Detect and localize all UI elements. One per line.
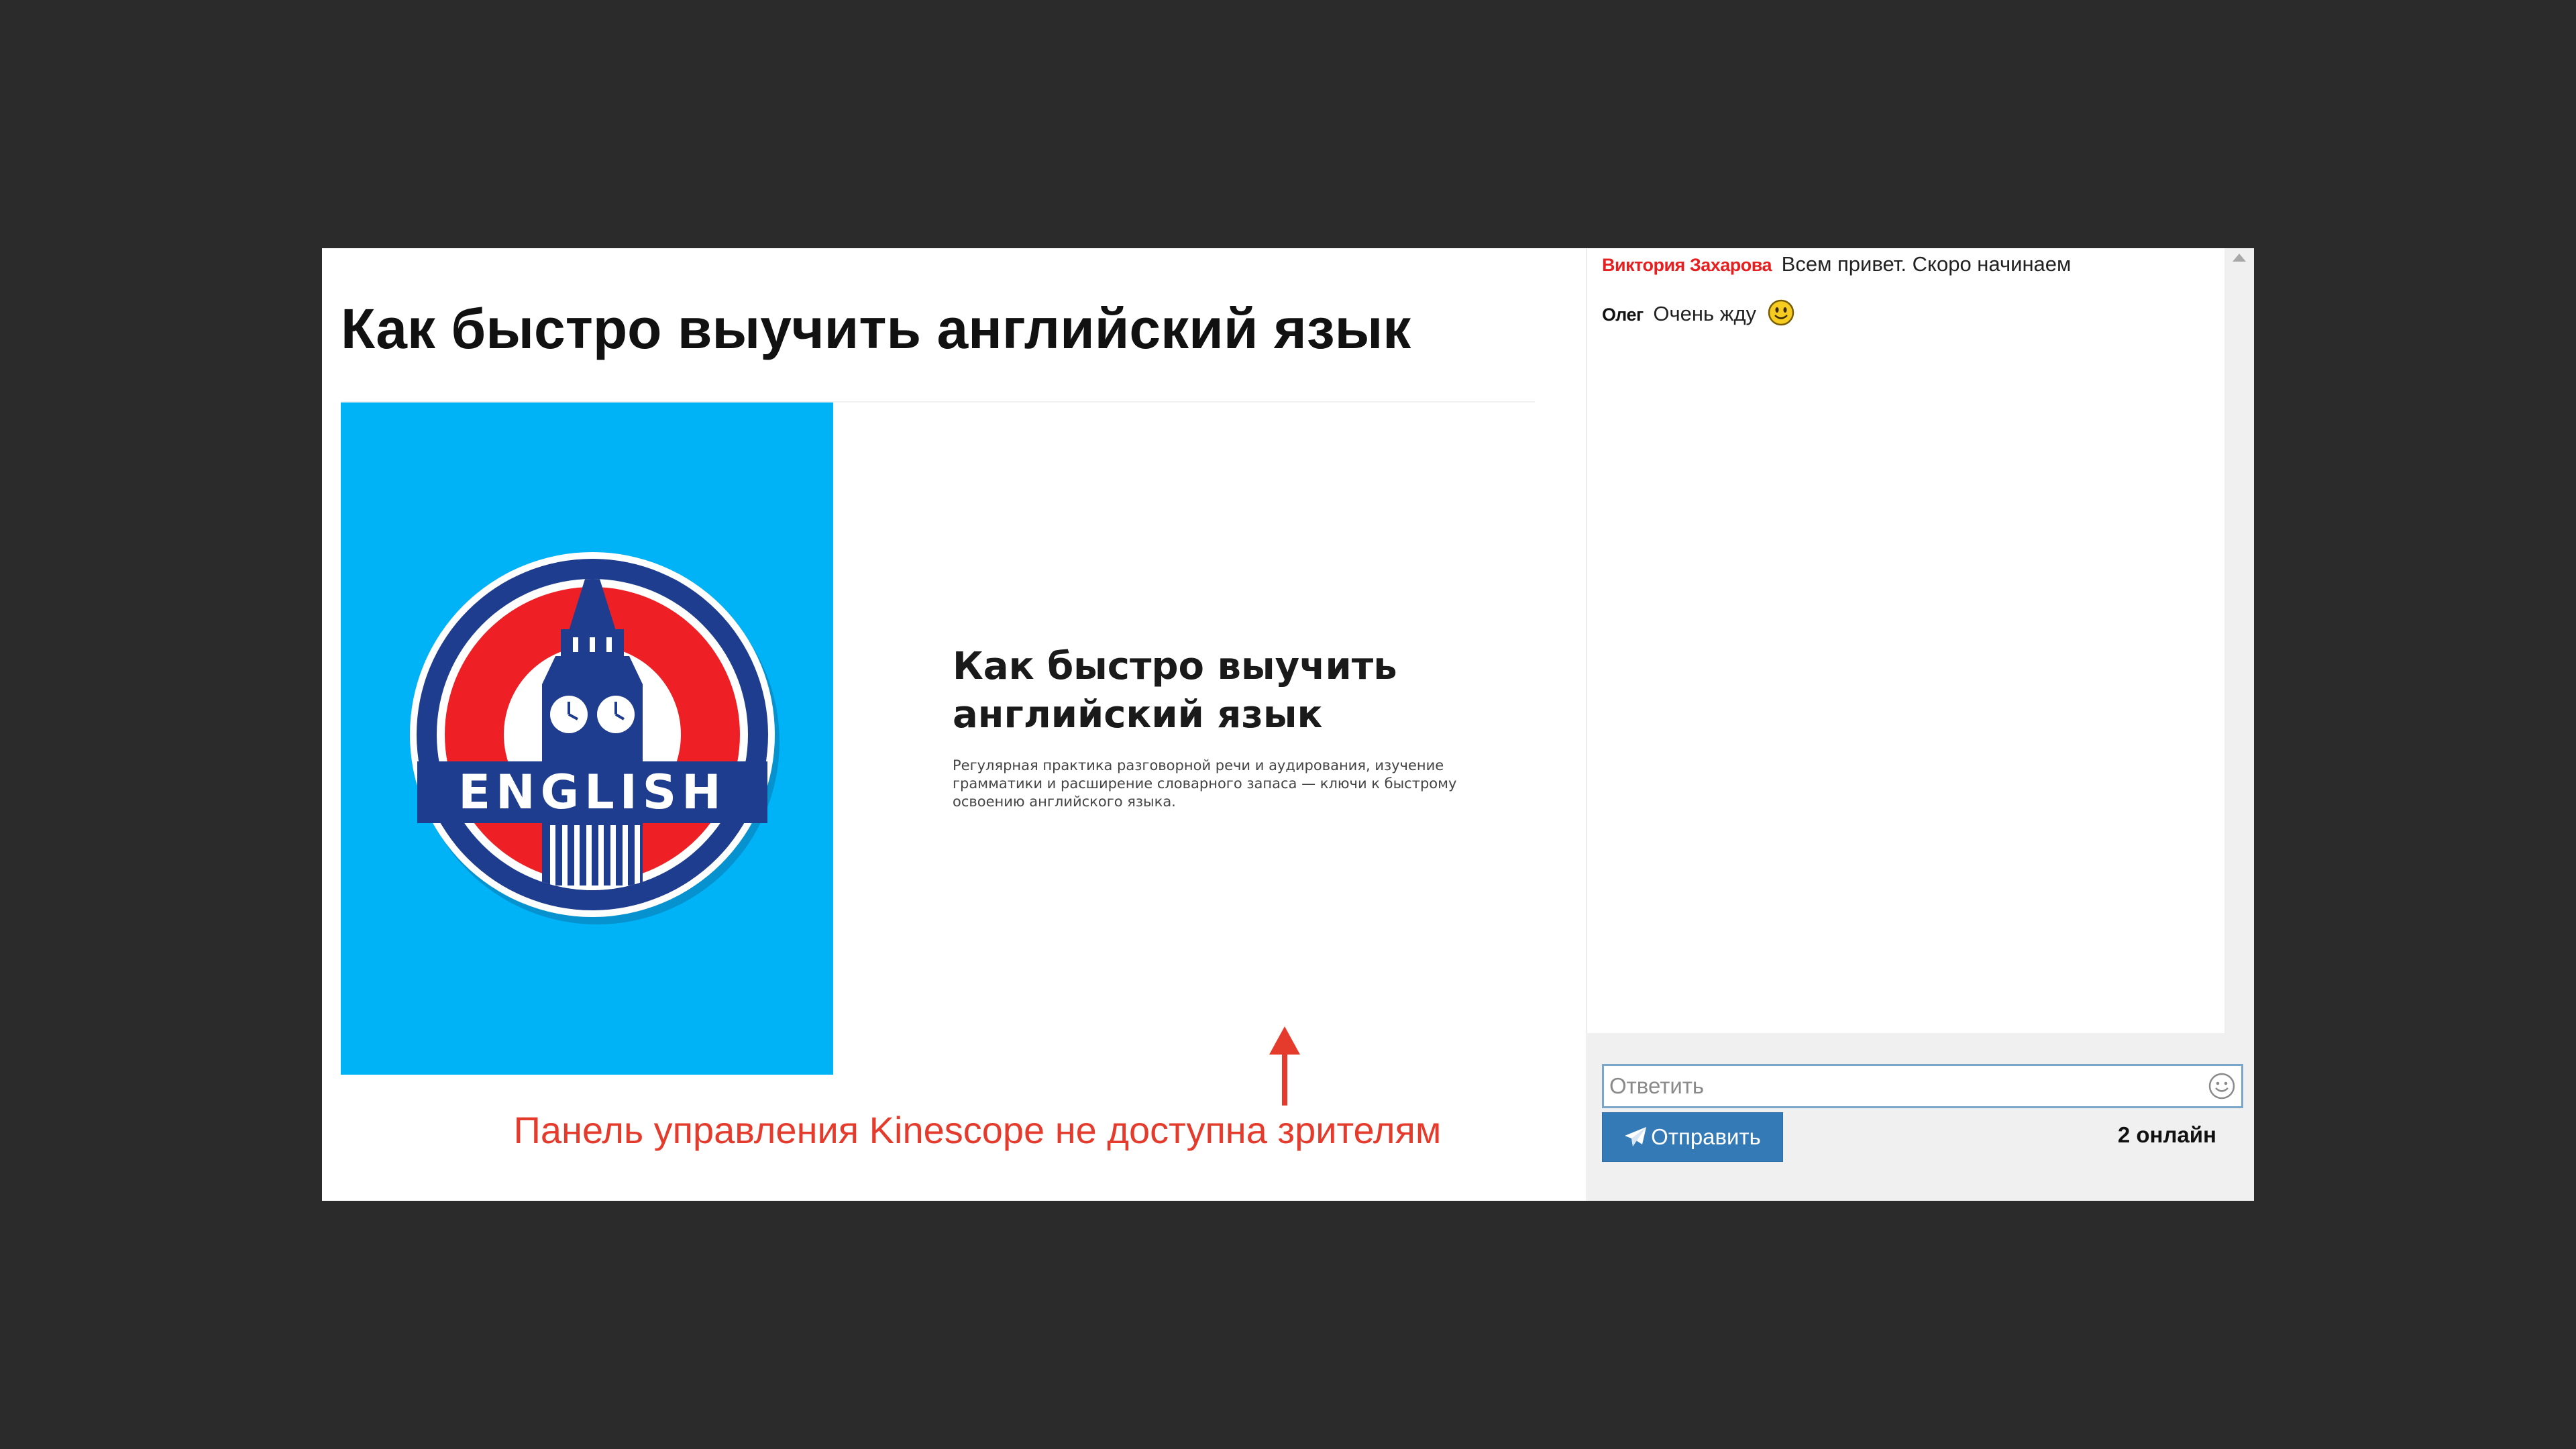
paper-plane-icon	[1625, 1127, 1647, 1146]
send-button[interactable]: Отправить	[1602, 1112, 1783, 1162]
slide-title: Как быстро выучить английский язык	[953, 643, 1503, 739]
annotation-text: Панель управления Kinescope не доступна …	[513, 1109, 1442, 1151]
send-button-label: Отправить	[1651, 1124, 1761, 1149]
slide-description: Регулярная практика разговорной речи и а…	[953, 757, 1457, 810]
online-count: 2 онлайн	[2117, 1122, 2216, 1147]
message-author[interactable]: Виктория Захарова	[1602, 255, 1772, 275]
english-logo: ENGLISH	[410, 552, 780, 924]
reply-input[interactable]	[1604, 1066, 2194, 1106]
chat-message-list[interactable]: Виктория Захарова Всем привет. Скоро нач…	[1586, 248, 2226, 1033]
main-column: Как быстро выучить английский язык ENGLI…	[322, 248, 1586, 1201]
annotation-caption: Панель управления Kinescope не доступна …	[322, 1107, 1586, 1154]
slide-title-line-1: Как быстро выучить	[953, 645, 1397, 688]
chat-scrollbar[interactable]	[2224, 248, 2254, 1033]
smiley-icon	[1768, 299, 1794, 326]
slide-title-line-2: английский язык	[953, 693, 1323, 737]
message-text: Очень жду	[1653, 302, 1757, 325]
chat-panel: Виктория Захарова Всем привет. Скоро нач…	[1586, 248, 2254, 1201]
video-player[interactable]: ENGLISH Как быстро выучить английский яз…	[341, 401, 1535, 1075]
emoji-picker-icon[interactable]	[2208, 1072, 2236, 1100]
slide-image-panel: ENGLISH	[341, 402, 833, 1075]
message-text: Всем привет. Скоро начинаем	[1781, 252, 2072, 276]
slide-text-block: Как быстро выучить английский язык Регул…	[953, 643, 1503, 811]
webinar-frame: Как быстро выучить английский язык ENGLI…	[322, 248, 2254, 1201]
chat-message: Виктория Захарова Всем привет. Скоро нач…	[1602, 250, 2071, 280]
arrow-up-icon	[1269, 1026, 1300, 1106]
logo-text: ENGLISH	[458, 765, 727, 820]
scroll-up-arrow-icon[interactable]	[2233, 254, 2246, 262]
message-author[interactable]: Олег	[1602, 305, 1644, 325]
page-title: Как быстро выучить английский язык	[341, 297, 1411, 360]
chat-message: Олег Очень жду	[1602, 299, 1794, 329]
reply-box	[1602, 1064, 2243, 1108]
